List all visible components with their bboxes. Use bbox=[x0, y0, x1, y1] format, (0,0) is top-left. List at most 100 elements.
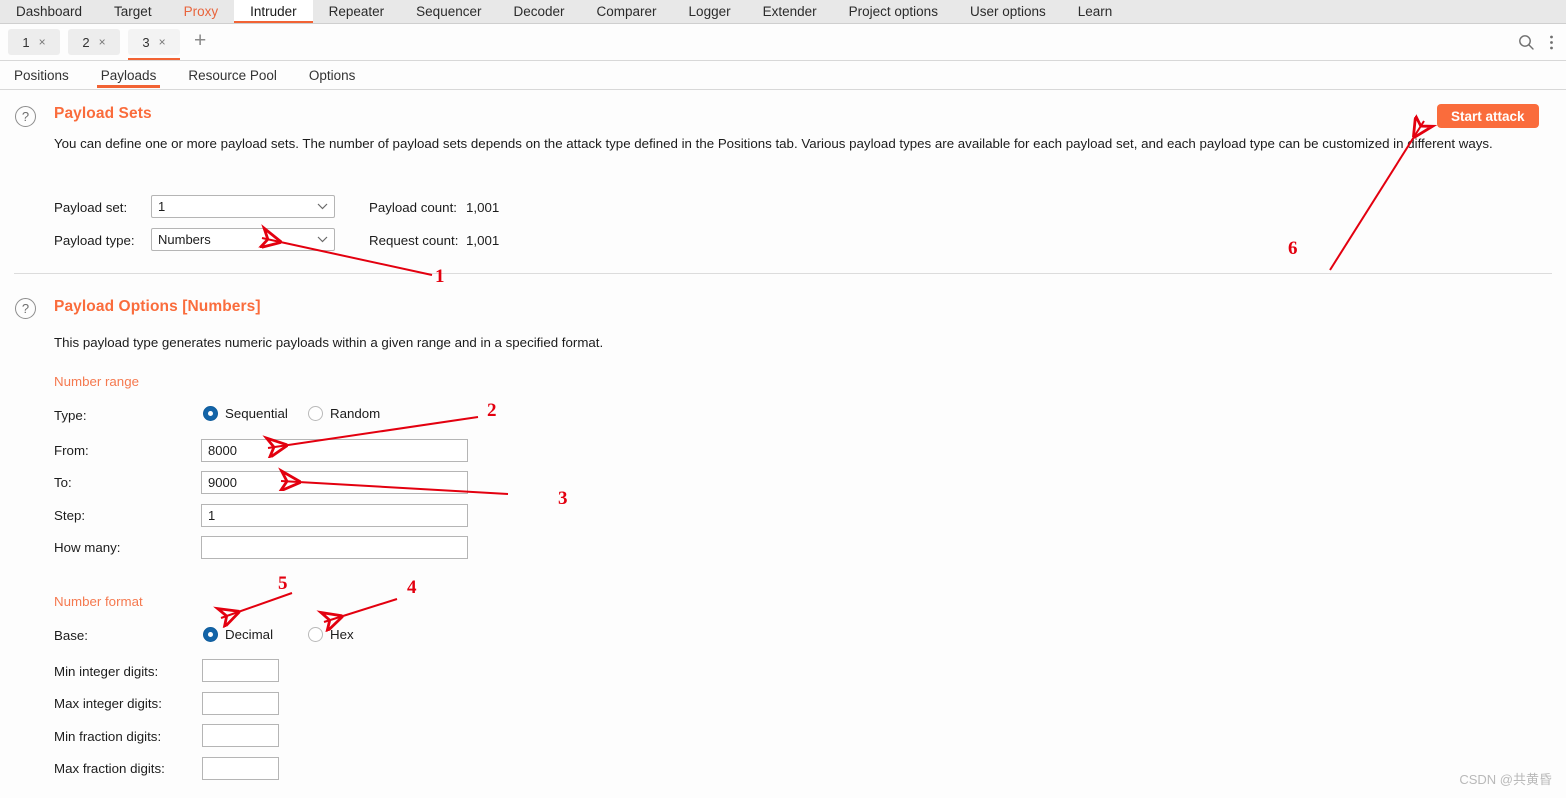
to-value: 9000 bbox=[208, 475, 237, 490]
payload-set-label: Payload set: bbox=[54, 200, 128, 215]
step-label: Step: bbox=[54, 508, 86, 523]
to-input[interactable]: 9000 bbox=[201, 471, 468, 494]
main-tab-label: Sequencer bbox=[416, 4, 482, 19]
help-icon-glyph: ? bbox=[21, 301, 30, 316]
payload-count-label: Payload count: bbox=[369, 200, 457, 215]
main-tab-user-options[interactable]: User options bbox=[954, 0, 1062, 23]
radio-label: Random bbox=[330, 406, 381, 421]
attack-tab-strip: 1 × 2 × 3 × + bbox=[0, 24, 1566, 61]
watermark: CSDN @共黄昏 bbox=[1459, 772, 1552, 787]
from-label: From: bbox=[54, 443, 89, 458]
main-tab-label: Proxy bbox=[183, 4, 219, 19]
attack-tab-2[interactable]: 2 × bbox=[68, 29, 120, 55]
attack-tab-1[interactable]: 1 × bbox=[8, 29, 60, 55]
radio-indicator bbox=[308, 406, 323, 421]
strip-right-icons bbox=[1518, 34, 1566, 51]
main-tab-dashboard[interactable]: Dashboard bbox=[0, 0, 98, 23]
radio-label: Sequential bbox=[225, 406, 288, 421]
annotation-number-6: 6 bbox=[1288, 238, 1298, 259]
max-fraction-digits-label: Max fraction digits: bbox=[54, 761, 165, 776]
min-fraction-digits-label: Min fraction digits: bbox=[54, 729, 162, 744]
add-tab-icon[interactable]: + bbox=[194, 30, 206, 54]
radio-indicator bbox=[203, 406, 218, 421]
from-value: 8000 bbox=[208, 443, 237, 458]
payload-count-value: 1,001 bbox=[466, 200, 500, 215]
main-tab-repeater[interactable]: Repeater bbox=[313, 0, 401, 23]
close-icon[interactable]: × bbox=[39, 35, 46, 49]
radio-random[interactable]: Random bbox=[308, 406, 380, 421]
start-attack-button[interactable]: Start attack bbox=[1437, 104, 1539, 128]
close-icon[interactable]: × bbox=[99, 35, 106, 49]
number-range-heading: Number range bbox=[54, 374, 139, 389]
annotation-number-2: 2 bbox=[487, 400, 497, 421]
search-icon[interactable] bbox=[1518, 34, 1535, 51]
more-vertical-icon[interactable] bbox=[1549, 34, 1554, 51]
base-label: Base: bbox=[54, 628, 89, 643]
main-tab-learn[interactable]: Learn bbox=[1062, 0, 1129, 23]
help-icon-payload-options[interactable]: ? bbox=[15, 298, 36, 319]
main-tab-decoder[interactable]: Decoder bbox=[497, 0, 580, 23]
payload-type-value: Numbers bbox=[158, 232, 211, 247]
annotation-number-5: 5 bbox=[278, 573, 288, 594]
sub-tab-label: Payloads bbox=[100, 67, 157, 83]
number-format-heading: Number format bbox=[54, 594, 143, 609]
chevron-down-icon bbox=[317, 201, 328, 213]
max-integer-digits-input[interactable] bbox=[202, 692, 279, 715]
min-fraction-digits-input[interactable] bbox=[202, 724, 279, 747]
attack-tab-label: 2 bbox=[82, 34, 90, 50]
sub-tab-options[interactable]: Options bbox=[293, 61, 372, 90]
main-tab-intruder[interactable]: Intruder bbox=[234, 0, 313, 23]
app-window: Dashboard Target Proxy Intruder Repeater… bbox=[0, 0, 1566, 798]
main-tab-project-options[interactable]: Project options bbox=[833, 0, 954, 23]
main-tab-label: Intruder bbox=[250, 4, 297, 19]
sub-tab-positions[interactable]: Positions bbox=[0, 61, 85, 90]
sub-tab-label: Options bbox=[308, 67, 356, 83]
step-input[interactable]: 1 bbox=[201, 504, 468, 527]
annotation-number-3: 3 bbox=[558, 488, 568, 509]
payload-type-label: Payload type: bbox=[54, 233, 135, 248]
main-tab-label: Extender bbox=[762, 4, 817, 19]
main-tab-sequencer[interactable]: Sequencer bbox=[400, 0, 497, 23]
radio-indicator bbox=[308, 627, 323, 642]
sub-tab-resource-pool[interactable]: Resource Pool bbox=[172, 61, 293, 90]
sub-tab-label: Resource Pool bbox=[188, 67, 277, 83]
sub-tabbar: Positions Payloads Resource Pool Options bbox=[0, 61, 1566, 90]
min-integer-digits-label: Min integer digits: bbox=[54, 664, 159, 679]
main-tab-label: Target bbox=[114, 4, 152, 19]
max-fraction-digits-input[interactable] bbox=[202, 757, 279, 780]
type-label: Type: bbox=[54, 408, 87, 423]
main-tab-extender[interactable]: Extender bbox=[747, 0, 833, 23]
max-integer-digits-label: Max integer digits: bbox=[54, 696, 162, 711]
help-icon-payload-sets[interactable]: ? bbox=[15, 106, 36, 127]
payloads-panel: ? Payload Sets You can define one or mor… bbox=[0, 90, 1566, 798]
attack-tab-label: 1 bbox=[22, 34, 30, 50]
payload-set-value: 1 bbox=[158, 199, 166, 214]
to-label: To: bbox=[54, 475, 72, 490]
radio-decimal[interactable]: Decimal bbox=[203, 627, 273, 642]
main-tab-label: Learn bbox=[1077, 4, 1113, 19]
main-tab-logger[interactable]: Logger bbox=[673, 0, 747, 23]
main-tab-label: Comparer bbox=[596, 4, 657, 19]
main-tabbar: Dashboard Target Proxy Intruder Repeater… bbox=[0, 0, 1566, 24]
radio-hex[interactable]: Hex bbox=[308, 627, 354, 642]
annotation-number-1: 1 bbox=[435, 266, 445, 287]
payload-set-select[interactable]: 1 bbox=[151, 195, 335, 218]
attack-tab-3[interactable]: 3 × bbox=[128, 29, 180, 60]
main-tab-label: Logger bbox=[688, 4, 731, 19]
main-tab-proxy[interactable]: Proxy bbox=[168, 0, 235, 23]
from-input[interactable]: 8000 bbox=[201, 439, 468, 462]
how-many-input[interactable] bbox=[201, 536, 468, 559]
radio-sequential[interactable]: Sequential bbox=[203, 406, 288, 421]
payload-sets-description: You can define one or more payload sets.… bbox=[54, 136, 1493, 151]
main-tab-label: User options bbox=[969, 4, 1046, 19]
sub-tab-payloads[interactable]: Payloads bbox=[85, 61, 173, 90]
main-tab-label: Repeater bbox=[328, 4, 385, 19]
main-tab-comparer[interactable]: Comparer bbox=[581, 0, 673, 23]
request-count-label: Request count: bbox=[369, 233, 459, 248]
payload-sets-title: Payload Sets bbox=[54, 105, 152, 122]
min-integer-digits-input[interactable] bbox=[202, 659, 279, 682]
annotation-number-4: 4 bbox=[407, 577, 417, 598]
close-icon[interactable]: × bbox=[159, 35, 166, 49]
payload-type-select[interactable]: Numbers bbox=[151, 228, 335, 251]
main-tab-target[interactable]: Target bbox=[98, 0, 168, 23]
